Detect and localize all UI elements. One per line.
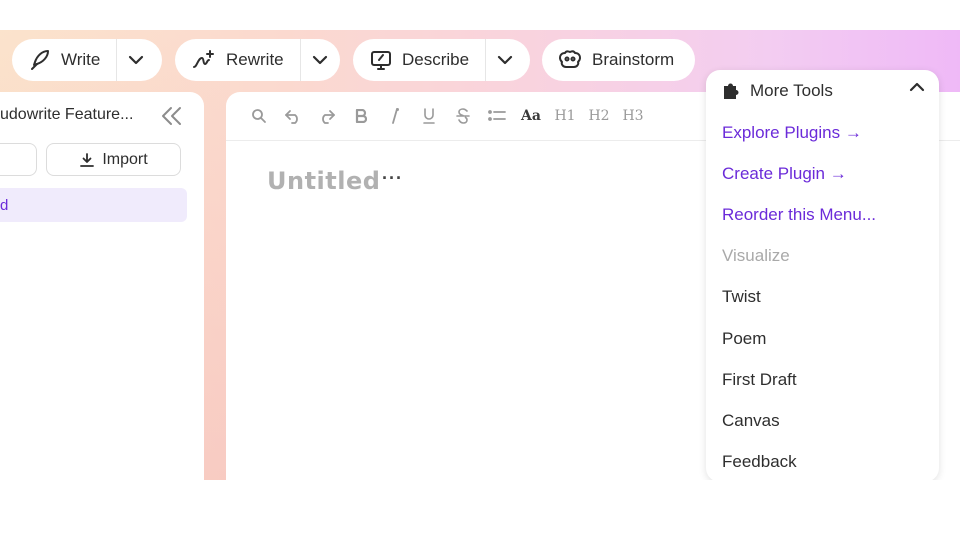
app-background: Write Rewrite Describe Brainstorm udowri… [0,30,960,480]
chevrons-left-icon [160,106,184,126]
new-document-button[interactable] [0,143,37,176]
describe-button[interactable]: Describe [353,39,485,81]
describe-label: Describe [402,50,470,69]
strikethrough-icon [456,108,470,124]
menu-item-first-draft[interactable]: First Draft [722,370,797,390]
menu-item-visualize: Visualize [722,246,790,265]
chevron-up-icon [909,82,925,92]
menu-item-create-plugin[interactable]: Create Plugin → [722,164,847,184]
bold-button[interactable] [344,101,378,131]
bold-icon [355,109,367,123]
document-title[interactable]: Untitled [267,167,380,195]
chevron-down-icon [128,55,144,65]
collapse-sidebar-button[interactable] [160,106,184,131]
chevron-down-icon [312,55,328,65]
import-button[interactable]: Import [46,143,181,176]
quill-pen-icon [28,48,52,72]
search-icon [251,108,267,124]
more-tools-label: More Tools [750,81,833,100]
menu-item-canvas[interactable]: Canvas [722,411,780,431]
italic-icon [390,108,400,124]
describe-screen-icon [369,48,393,72]
brainstorm-button[interactable]: Brainstorm [542,39,695,81]
write-label: Write [61,50,101,69]
rewrite-label: Rewrite [226,50,284,69]
document-more-button[interactable]: ··· [382,168,403,189]
describe-options-button[interactable] [486,39,524,81]
project-title: udowrite Feature... [0,106,134,123]
more-tools-menu: More Tools Explore Plugins → Create Plug… [706,70,939,480]
write-options-button[interactable] [117,39,155,81]
brainstorm-label: Brainstorm [592,50,675,69]
search-button[interactable] [242,101,276,131]
undo-icon [284,108,302,124]
download-icon [79,152,95,168]
menu-item-poem[interactable]: Poem [722,329,766,349]
puzzle-piece-icon [721,81,741,101]
bullet-list-button[interactable] [480,101,514,131]
menu-item-twist[interactable]: Twist [722,287,761,307]
italic-button[interactable] [378,101,412,131]
redo-button[interactable] [310,101,344,131]
rewrite-options-button[interactable] [301,39,339,81]
describe-pill: Describe [353,39,530,81]
heading-1-button[interactable]: H1 [548,101,582,131]
underline-button[interactable] [412,101,446,131]
strikethrough-button[interactable] [446,101,480,131]
sidebar: udowrite Feature... Import d [0,92,204,480]
menu-item-explore-plugins[interactable]: Explore Plugins → [722,123,862,143]
write-button[interactable]: Write [12,39,116,81]
rewrite-pill: Rewrite [175,39,340,81]
sidebar-item-active-document[interactable]: d [0,188,187,222]
heading-3-button[interactable]: H3 [616,101,650,131]
redo-icon [318,108,336,124]
font-size-button[interactable]: Aa [514,101,548,131]
menu-item-feedback[interactable]: Feedback [722,452,797,472]
heading-2-button[interactable]: H2 [582,101,616,131]
underline-icon [423,108,435,124]
more-tools-button[interactable]: More Tools [706,70,939,112]
import-label: Import [102,150,148,168]
write-pill: Write [12,39,162,81]
menu-item-reorder-menu[interactable]: Reorder this Menu... [722,205,876,225]
rewrite-button[interactable]: Rewrite [175,39,300,81]
sidebar-item-label: d [0,196,9,214]
chevron-down-icon [497,55,513,65]
rewrite-sparkle-icon [191,48,217,72]
brain-icon [558,49,582,71]
list-icon [488,109,506,123]
undo-button[interactable] [276,101,310,131]
